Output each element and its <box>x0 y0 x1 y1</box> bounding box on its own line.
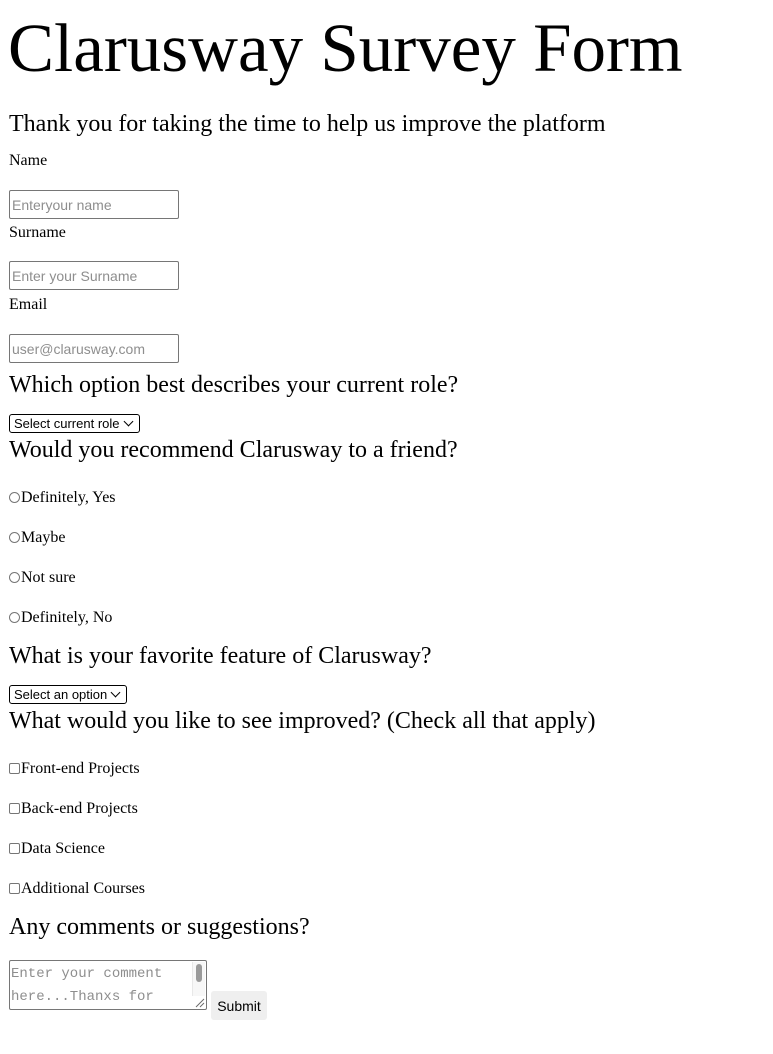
page-title: Clarusway Survey Form <box>8 10 683 86</box>
role-select-value: Select current role <box>14 416 120 431</box>
checkbox[interactable] <box>9 802 20 814</box>
scrollbar-thumb[interactable] <box>196 964 202 982</box>
name-label: Name <box>9 152 48 169</box>
page-subtitle: Thank you for taking the time to help us… <box>9 111 606 137</box>
comments-question: Any comments or suggestions? <box>9 914 310 940</box>
checkbox[interactable] <box>9 882 20 894</box>
chevron-down-icon <box>123 416 133 427</box>
improve-option-data-science[interactable]: Data Science <box>9 840 105 858</box>
recommend-option-label: Definitely, Yes <box>21 489 116 506</box>
improve-option-backend[interactable]: Back-end Projects <box>9 800 138 818</box>
radio-button[interactable] <box>9 531 20 543</box>
recommend-option-label: Not sure <box>21 569 76 586</box>
resize-grip-icon[interactable] <box>194 997 205 1008</box>
feature-question: What is your favorite feature of Clarusw… <box>9 643 432 669</box>
recommend-option-not-sure[interactable]: Not sure <box>9 569 76 587</box>
radio-button[interactable] <box>9 571 20 583</box>
recommend-option-maybe[interactable]: Maybe <box>9 529 65 547</box>
textarea-scrollbar[interactable] <box>192 962 205 996</box>
recommend-option-label: Definitely, No <box>21 609 113 626</box>
improve-option-label: Additional Courses <box>21 880 145 897</box>
checkbox[interactable] <box>9 842 20 854</box>
role-question: Which option best describes your current… <box>9 372 459 398</box>
improve-option-label: Front-end Projects <box>21 760 140 777</box>
surname-label: Surname <box>9 224 66 241</box>
checkbox[interactable] <box>9 762 20 774</box>
improve-option-frontend[interactable]: Front-end Projects <box>9 760 140 778</box>
improve-option-additional-courses[interactable]: Additional Courses <box>9 880 145 898</box>
email-label: Email <box>9 296 48 313</box>
improve-option-label: Back-end Projects <box>21 800 138 817</box>
chevron-down-icon <box>110 687 121 698</box>
surname-input[interactable] <box>9 261 179 290</box>
recommend-option-label: Maybe <box>21 529 66 546</box>
comments-textarea[interactable]: Enter your comment here...Thanxs for <box>9 960 207 1010</box>
radio-button[interactable] <box>9 611 20 623</box>
feature-select-value: Select an option <box>14 687 108 702</box>
recommend-option-yes[interactable]: Definitely, Yes <box>9 489 116 507</box>
improve-option-label: Data Science <box>21 840 105 857</box>
role-select[interactable]: Select current role <box>9 414 140 433</box>
feature-select[interactable]: Select an option <box>9 685 127 704</box>
submit-button[interactable]: Submit <box>211 991 267 1020</box>
email-input[interactable] <box>9 334 179 363</box>
recommend-question: Would you recommend Clarusway to a frien… <box>9 437 458 463</box>
improve-question: What would you like to see improved? (Ch… <box>9 708 596 734</box>
recommend-option-no[interactable]: Definitely, No <box>9 609 112 627</box>
comments-placeholder: Enter your comment here...Thanxs for <box>11 966 163 1005</box>
radio-button[interactable] <box>9 491 20 503</box>
name-input[interactable] <box>9 190 179 219</box>
